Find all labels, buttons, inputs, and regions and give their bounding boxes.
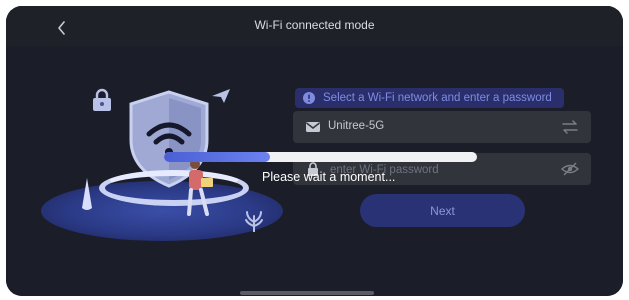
home-indicator[interactable] <box>240 291 374 295</box>
crystal-icon <box>82 178 92 210</box>
wifi-network-select[interactable]: Unitree-5G <box>293 111 591 143</box>
info-icon <box>303 92 315 104</box>
loading-progress-fill <box>164 152 271 162</box>
paper-plane-icon <box>212 89 230 103</box>
hint-text: Select a Wi-Fi network and enter a passw… <box>323 92 552 104</box>
swap-icon[interactable] <box>561 120 579 134</box>
illustration-ring <box>99 170 249 206</box>
header-bar: Wi-Fi connected mode <box>6 6 623 46</box>
wifi-setup-screen: Wi-Fi connected mode Select a Wi-Fi netw… <box>6 6 623 296</box>
person-icon <box>187 159 213 216</box>
wifi-network-value: Unitree-5G <box>328 120 385 132</box>
loading-progress-bar <box>164 152 477 162</box>
plant-icon <box>245 211 263 232</box>
page-title: Wi-Fi connected mode <box>254 18 375 32</box>
eye-off-icon[interactable] <box>561 162 579 176</box>
next-button[interactable]: Next <box>360 194 525 227</box>
instruction-hint: Select a Wi-Fi network and enter a passw… <box>295 88 564 108</box>
lock-icon <box>93 88 111 111</box>
loading-message: Please wait a moment... <box>262 170 396 184</box>
mail-icon <box>306 122 320 132</box>
device-frame: Wi-Fi connected mode Select a Wi-Fi netw… <box>6 6 623 296</box>
